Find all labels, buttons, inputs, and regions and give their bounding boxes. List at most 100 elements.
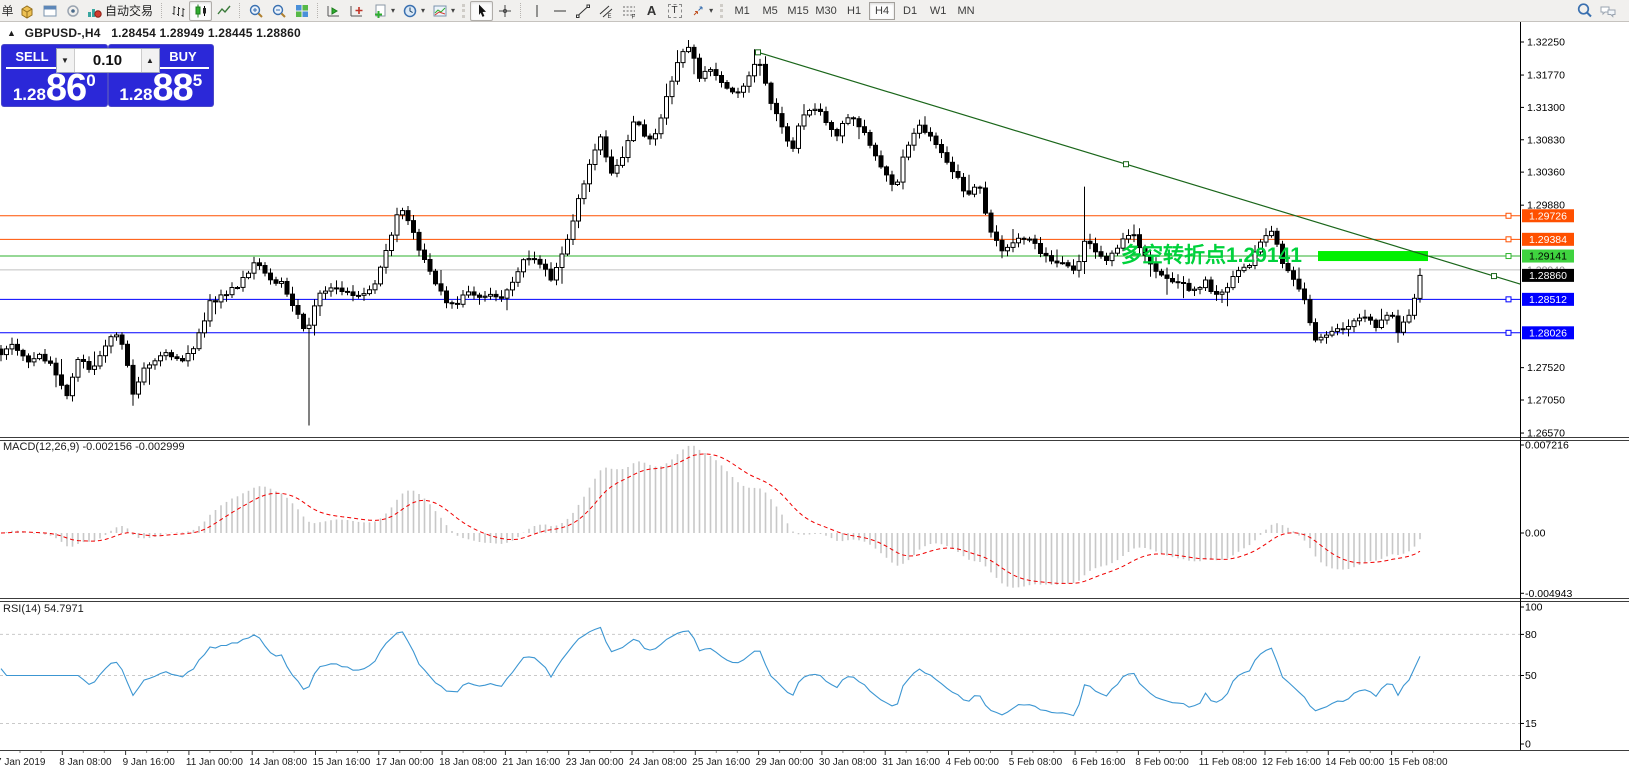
volume-decrease-button[interactable]: ▼ — [57, 49, 75, 72]
chart-title: ▲ GBPUSD-,H4 1.28454 1.28949 1.28445 1.2… — [7, 26, 301, 40]
current-price-label: 1.28860 — [1522, 269, 1574, 282]
svg-text:14 Jan 08:00: 14 Jan 08:00 — [249, 757, 307, 768]
signal-icon[interactable] — [61, 1, 84, 21]
vertical-line-tool-icon[interactable] — [525, 1, 548, 21]
templates-icon[interactable] — [428, 1, 451, 21]
new-order-button-cutoff[interactable]: 单 — [0, 1, 15, 21]
sell-price-pip: 0 — [86, 71, 95, 90]
svg-text:1.32250: 1.32250 — [1527, 37, 1565, 49]
channel-letter: E — [607, 14, 611, 19]
one-click-trading-panel: SELL 1.28860 BUY 1.28885 ▼ ▲ — [2, 45, 213, 106]
horizontal-line-tool-icon[interactable] — [548, 1, 571, 21]
periods-caret[interactable]: ▾ — [421, 6, 425, 15]
svg-text:11 Jan 00:00: 11 Jan 00:00 — [186, 757, 244, 768]
templates-caret[interactable]: ▾ — [451, 6, 455, 15]
volume-increase-button[interactable]: ▲ — [141, 49, 159, 72]
search-icon[interactable] — [1573, 1, 1596, 21]
candlestick-chart-icon[interactable] — [189, 1, 212, 21]
highlight-level-bar — [1318, 251, 1428, 261]
bar-chart-icon[interactable] — [166, 1, 189, 21]
svg-text:1.28860: 1.28860 — [1529, 270, 1567, 282]
cursor-icon[interactable] — [470, 1, 493, 21]
svg-text:24 Jan 08:00: 24 Jan 08:00 — [629, 757, 687, 768]
arrows-tool-icon[interactable] — [686, 1, 709, 21]
svg-text:0.007216: 0.007216 — [1525, 440, 1569, 452]
svg-text:1.31770: 1.31770 — [1527, 70, 1565, 82]
svg-text:1.27050: 1.27050 — [1527, 394, 1565, 406]
svg-text:23 Jan 00:00: 23 Jan 00:00 — [566, 757, 624, 768]
label-tool-icon[interactable]: T — [663, 1, 686, 21]
svg-text:15 Jan 16:00: 15 Jan 16:00 — [313, 757, 371, 768]
fibonacci-tool-icon[interactable]: F — [617, 1, 640, 21]
fibo-letter: F — [631, 14, 635, 19]
chart-shift-icon[interactable] — [345, 1, 368, 21]
line-chart-icon[interactable] — [212, 1, 235, 21]
chart-ohlc-values: 1.28454 1.28949 1.28445 1.28860 — [111, 26, 301, 40]
zoom-out-icon[interactable] — [267, 1, 290, 21]
svg-text:1.26570: 1.26570 — [1527, 428, 1565, 440]
tf-m30[interactable]: M30 — [813, 2, 839, 20]
svg-text:15: 15 — [1525, 718, 1537, 730]
buy-price-pip: 5 — [193, 71, 202, 90]
svg-text:1.30830: 1.30830 — [1527, 134, 1565, 146]
channel-tool-icon[interactable]: E — [594, 1, 617, 21]
macd-label: MACD(12,26,9) -0.002156 -0.002999 — [3, 441, 185, 453]
svg-text:8 Jan 08:00: 8 Jan 08:00 — [59, 757, 112, 768]
tf-m15[interactable]: M15 — [785, 2, 811, 20]
tile-windows-icon[interactable] — [290, 1, 313, 21]
briefcase-icon[interactable] — [15, 1, 38, 21]
autotrading-icon[interactable] — [84, 1, 104, 21]
volume-input[interactable] — [75, 49, 141, 72]
svg-text:80: 80 — [1525, 629, 1537, 641]
macd-name: MACD(12,26,9) — [3, 441, 79, 453]
tf-m1[interactable]: M1 — [729, 2, 755, 20]
add-indicator-icon[interactable] — [368, 1, 391, 21]
tf-w1[interactable]: W1 — [925, 2, 951, 20]
toolbar-separator — [161, 3, 162, 18]
svg-text:31 Jan 16:00: 31 Jan 16:00 — [882, 757, 940, 768]
mt4-window: 单 自动交易 — [0, 0, 1629, 770]
toolbar-separator — [520, 3, 521, 18]
chat-icon[interactable] — [1596, 1, 1619, 21]
svg-text:1.29384: 1.29384 — [1529, 234, 1567, 246]
buy-price-big-digits: 88 — [152, 67, 192, 109]
add-indicator-caret[interactable]: ▾ — [391, 6, 395, 15]
tf-d1[interactable]: D1 — [897, 2, 923, 20]
svg-text:4 Feb 00:00: 4 Feb 00:00 — [946, 757, 1000, 768]
volume-control: ▼ ▲ — [56, 48, 160, 73]
tf-mn[interactable]: MN — [953, 2, 979, 20]
svg-text:12 Feb 16:00: 12 Feb 16:00 — [1262, 757, 1321, 768]
autotrading-button[interactable]: 自动交易 — [105, 2, 153, 19]
auto-scroll-icon[interactable] — [322, 1, 345, 21]
periods-clock-icon[interactable] — [398, 1, 421, 21]
toolbar-grip[interactable] — [462, 4, 466, 18]
macd-values: -0.002156 -0.002999 — [82, 441, 184, 453]
svg-text:17 Jan 00:00: 17 Jan 00:00 — [376, 757, 434, 768]
toolbar-separator — [317, 3, 318, 18]
trendline-tool-icon[interactable] — [571, 1, 594, 21]
svg-text:0: 0 — [1525, 739, 1531, 751]
label-tool-box: T — [668, 4, 682, 18]
rsi-value: 54.7971 — [44, 603, 84, 615]
tf-m5[interactable]: M5 — [757, 2, 783, 20]
zoom-in-icon[interactable] — [244, 1, 267, 21]
annotation-text: 多空转折点1.29141 — [1121, 243, 1302, 267]
text-tool-icon[interactable]: A — [640, 1, 663, 21]
toolbar-grip[interactable] — [720, 4, 724, 18]
chart-canvas[interactable]: 多空转折点1.291411.322501.317701.313001.30830… — [0, 0, 1629, 770]
svg-text:-0.004943: -0.004943 — [1525, 588, 1572, 600]
svg-text:8 Feb 00:00: 8 Feb 00:00 — [1135, 757, 1189, 768]
crosshair-icon[interactable] — [493, 1, 516, 21]
arrows-caret[interactable]: ▾ — [709, 6, 713, 15]
tf-h4-active[interactable]: H4 — [869, 2, 895, 20]
market-watch-icon[interactable] — [38, 1, 61, 21]
svg-text:1.29141: 1.29141 — [1529, 251, 1567, 263]
svg-text:18 Jan 08:00: 18 Jan 08:00 — [439, 757, 497, 768]
svg-text:25 Jan 16:00: 25 Jan 16:00 — [692, 757, 750, 768]
svg-text:14 Feb 00:00: 14 Feb 00:00 — [1325, 757, 1384, 768]
sell-price-big-digits: 86 — [46, 67, 86, 109]
tf-h1[interactable]: H1 — [841, 2, 867, 20]
svg-text:1.28512: 1.28512 — [1529, 294, 1567, 306]
expand-triangle-icon[interactable]: ▲ — [7, 28, 16, 38]
svg-text:30 Jan 08:00: 30 Jan 08:00 — [819, 757, 877, 768]
